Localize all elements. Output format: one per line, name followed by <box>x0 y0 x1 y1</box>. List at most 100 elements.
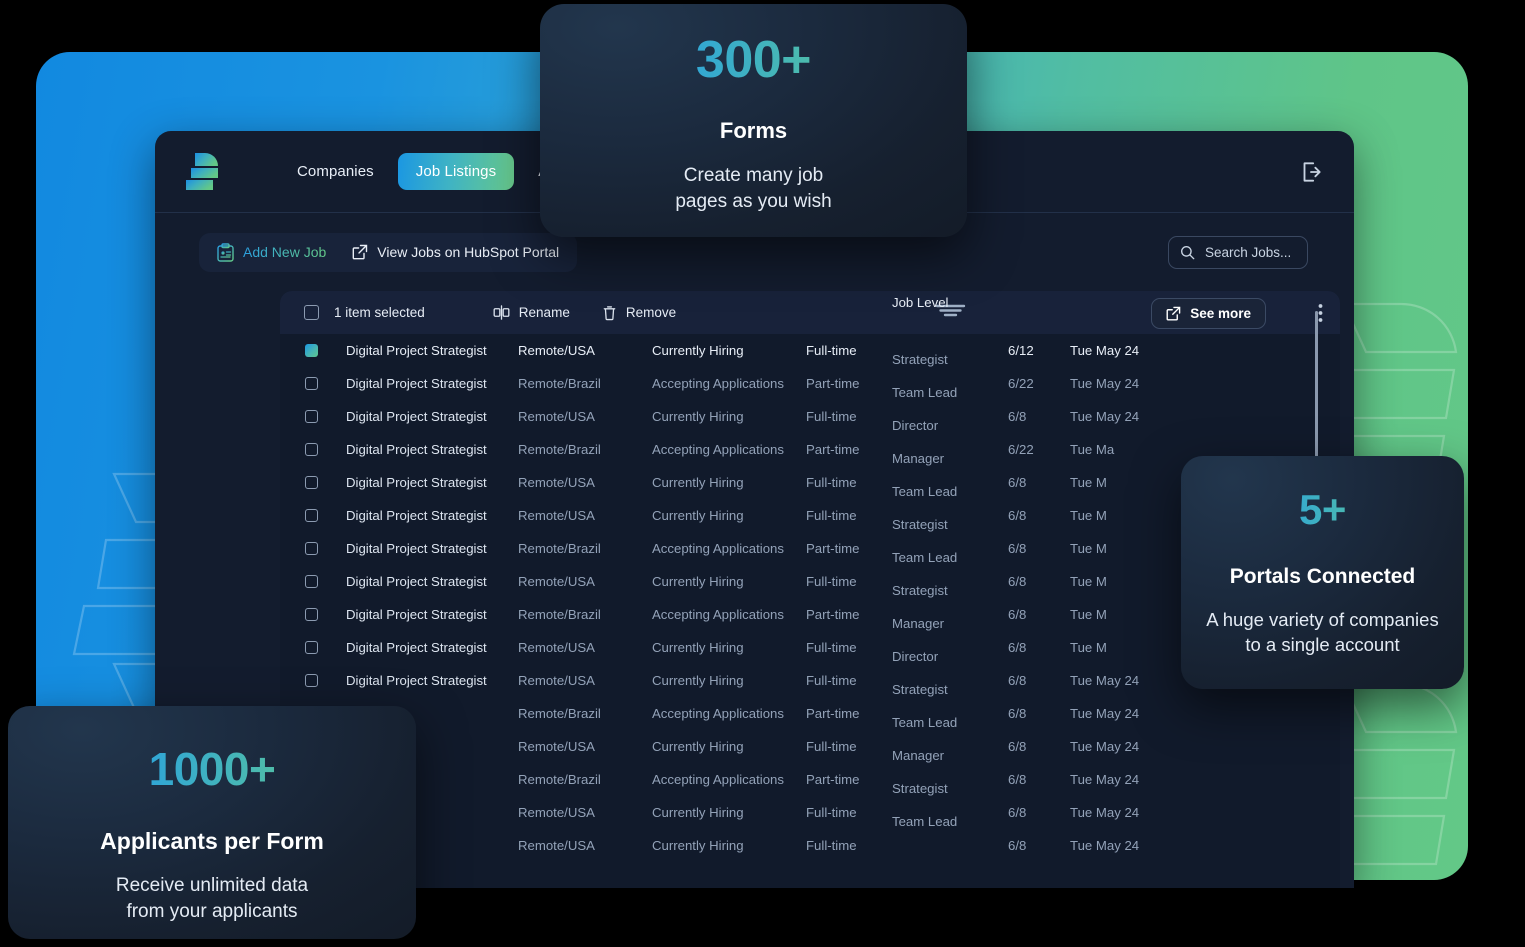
row-checkbox[interactable] <box>294 476 328 489</box>
more-options-icon[interactable] <box>1318 303 1323 322</box>
stat-description: A huge variety of companies to a single a… <box>1206 609 1439 655</box>
cell-job-title: Digital Project Strategist <box>346 607 487 622</box>
cell-job-title: Digital Project Strategist <box>346 343 487 358</box>
cell-count: 6/22 <box>1008 442 1034 457</box>
rename-button[interactable]: Rename <box>493 305 570 320</box>
cell-date: Tue M <box>1070 640 1107 655</box>
table-row[interactable]: trategistRemote/BrazilAccepting Applicat… <box>280 697 1340 730</box>
search-placeholder-text: Search Jobs... <box>1205 244 1292 260</box>
cell-job-level: Manager <box>892 748 945 763</box>
see-more-label: See more <box>1190 306 1251 321</box>
cell-location: Remote/USA <box>518 739 595 754</box>
cell-date: Tue M <box>1070 574 1107 589</box>
cell-job-title: Digital Project Strategist <box>346 541 487 556</box>
add-new-job-button[interactable]: Add New Job <box>217 242 327 262</box>
table-row[interactable]: Digital Project Strategist Remote/USA Curr… <box>280 400 1340 433</box>
cell-count: 6/8 <box>1008 772 1027 787</box>
search-input[interactable]: Search Jobs... <box>1168 235 1308 269</box>
cell-location: Remote/Brazil <box>518 772 601 787</box>
vertical-scrollbar[interactable] <box>1315 311 1318 461</box>
cell-type: Part-time <box>806 607 860 622</box>
cell-job-level: Manager <box>892 616 945 631</box>
cell-job-title: Digital Project Strategist <box>346 442 487 457</box>
tab-companies[interactable]: Companies <box>279 153 392 190</box>
remove-button[interactable]: Remove <box>602 305 676 321</box>
cell-type: Full-time <box>806 673 857 688</box>
cell-date: Tue May 24 <box>1070 376 1140 391</box>
table-row[interactable]: rategistRemote/USACurrently HiringFull-t… <box>280 829 1340 862</box>
cell-type: Part-time <box>806 772 860 787</box>
cell-job-level: Team Lead <box>892 550 958 565</box>
cell-count: 6/8 <box>1008 607 1027 622</box>
cell-status: Accepting Applications <box>652 772 784 787</box>
stat-number: 1000+ <box>8 742 416 796</box>
stat-title: Forms <box>719 118 788 143</box>
view-jobs-on-hubspot-button[interactable]: View Jobs on HubSpot Portal <box>352 244 559 260</box>
cell-date: Tue M <box>1070 607 1107 622</box>
row-checkbox[interactable] <box>294 674 328 687</box>
cell-job-title: Digital Project Strategist <box>346 673 487 688</box>
cell-count: 6/8 <box>1008 541 1027 556</box>
table-row[interactable]: rategistRemote/USACurrently HiringFull-t… <box>280 796 1340 829</box>
cell-location: Remote/USA <box>518 343 595 358</box>
cell-job-level: Team Lead <box>892 484 958 499</box>
row-checkbox[interactable] <box>294 344 328 357</box>
logout-icon[interactable] <box>1298 159 1324 185</box>
row-checkbox[interactable] <box>294 542 328 555</box>
selection-count-label: 1 item selected <box>334 305 425 320</box>
cell-date: Tue May 24 <box>1070 772 1140 787</box>
select-all-checkbox[interactable] <box>294 305 328 320</box>
row-checkbox[interactable] <box>294 410 328 423</box>
stat-card-applicants: 1000+ Applicants per Form Receive unlimi… <box>8 706 416 939</box>
tab-job-listings[interactable]: Job Listings <box>397 153 515 190</box>
row-checkbox[interactable] <box>294 641 328 654</box>
cell-status: Accepting Applications <box>652 376 784 391</box>
cell-count: 6/8 <box>1008 838 1027 853</box>
cell-job-level: Strategist <box>892 682 948 697</box>
cell-job-level: Team Lead <box>892 715 958 730</box>
table-row[interactable]: Digital Project Strategist Remote/USA Curr… <box>280 334 1340 367</box>
row-checkbox[interactable] <box>294 509 328 522</box>
cell-location: Remote/USA <box>518 508 595 523</box>
cell-type: Full-time <box>806 475 857 490</box>
cell-location: Remote/USA <box>518 805 595 820</box>
cell-location: Remote/USA <box>518 673 595 688</box>
cell-date: Tue May 24 <box>1070 673 1140 688</box>
cell-count: 6/8 <box>1008 739 1027 754</box>
see-more-button[interactable]: See more <box>1151 298 1266 329</box>
cell-status: Currently Hiring <box>652 805 744 820</box>
toolbar-actions: Add New Job View Jobs on HubSpot Portal <box>199 232 578 272</box>
table-row[interactable]: rategistRemote/USACurrently HiringFull-t… <box>280 730 1340 763</box>
add-new-job-label: Add New Job <box>243 244 327 260</box>
table-row[interactable]: rategistRemote/BrazilAccepting Applicati… <box>280 763 1340 796</box>
cell-job-level: Director <box>892 649 939 664</box>
cell-status: Accepting Applications <box>652 541 784 556</box>
row-checkbox[interactable] <box>294 443 328 456</box>
cell-count: 6/12 <box>1008 343 1034 358</box>
cell-count: 6/22 <box>1008 376 1034 391</box>
cell-status: Currently Hiring <box>652 475 744 490</box>
cell-status: Currently Hiring <box>652 673 744 688</box>
cell-type: Part-time <box>806 442 860 457</box>
row-checkbox[interactable] <box>294 575 328 588</box>
cell-job-level: Director <box>892 418 939 433</box>
external-link-icon <box>1166 306 1181 321</box>
cell-location: Remote/Brazil <box>518 706 601 721</box>
cell-job-title: Digital Project Strategist <box>346 640 487 655</box>
cell-type: Full-time <box>806 640 857 655</box>
cell-location: Remote/Brazil <box>518 376 601 391</box>
cell-type: Part-time <box>806 706 860 721</box>
clipboard-icon <box>217 242 234 262</box>
row-checkbox[interactable] <box>294 608 328 621</box>
cell-count: 6/8 <box>1008 640 1027 655</box>
cell-date: Tue M <box>1070 508 1107 523</box>
table-row[interactable]: Digital Project Strategist Remote/Brazil A… <box>280 433 1340 466</box>
table-row[interactable]: Digital Project Strategist Remote/Brazil A… <box>280 367 1340 400</box>
cell-location: Remote/USA <box>518 409 595 424</box>
cell-type: Full-time <box>806 343 857 358</box>
cell-type: Full-time <box>806 838 857 853</box>
cell-location: Remote/USA <box>518 574 595 589</box>
row-checkbox[interactable] <box>294 377 328 390</box>
cell-count: 6/8 <box>1008 574 1027 589</box>
cell-count: 6/8 <box>1008 475 1027 490</box>
